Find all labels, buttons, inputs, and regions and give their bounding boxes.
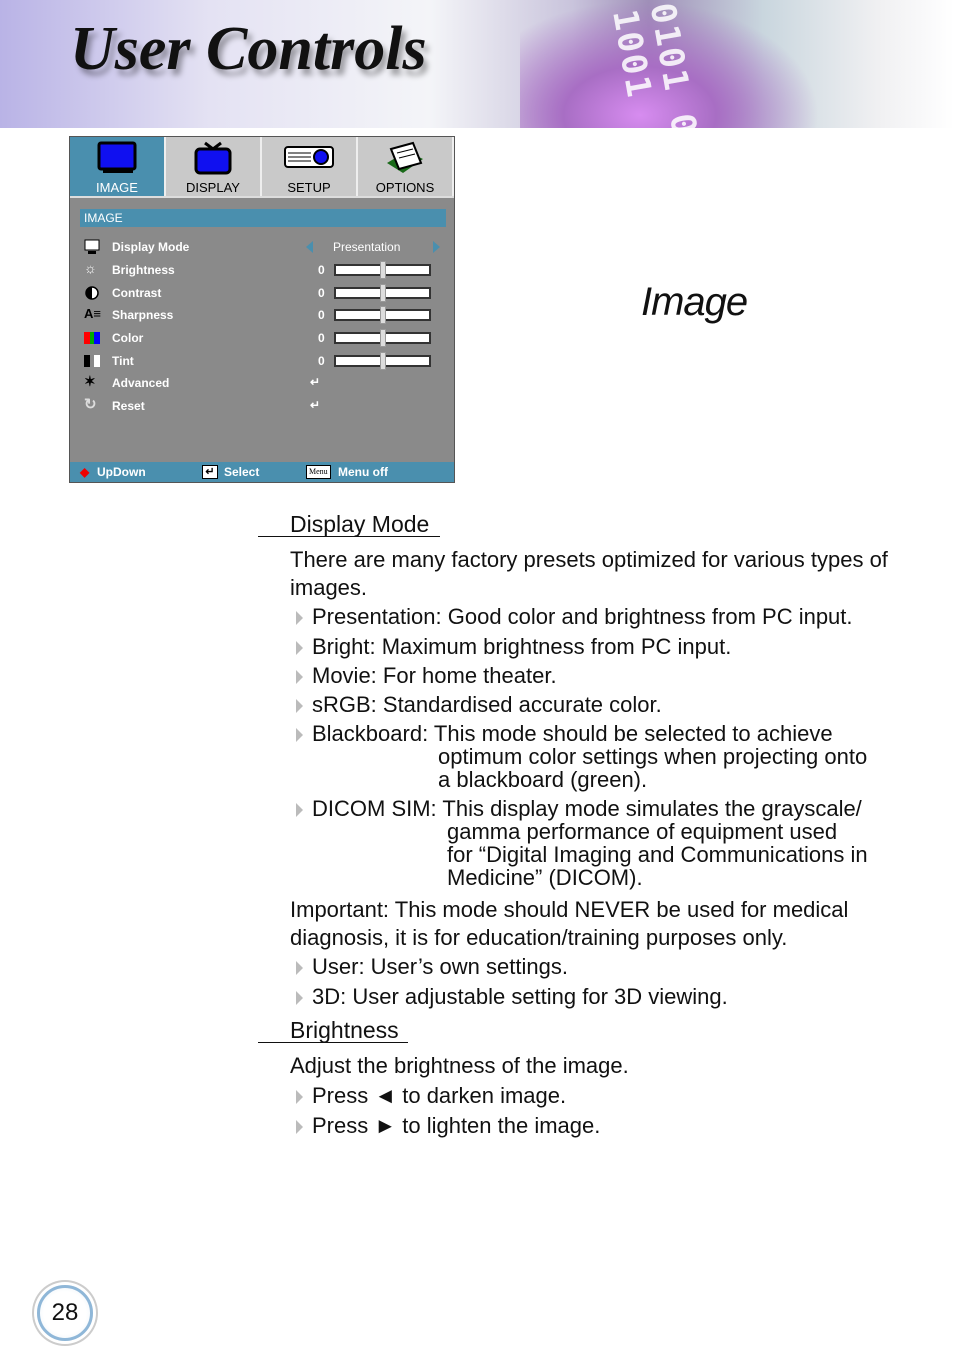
osd-footer: ◆ UpDown ↵ Select Menu Menu off bbox=[70, 462, 454, 482]
reset-icon: ↻ bbox=[84, 396, 97, 413]
notepad-icon bbox=[387, 141, 423, 173]
section-title: IMAGE bbox=[80, 209, 446, 227]
bullet-movie: Movie: For home theater. bbox=[296, 663, 557, 688]
menu-item-advanced[interactable]: ✶ Advanced ↵ bbox=[82, 373, 446, 393]
menu-key-icon: Menu bbox=[306, 465, 331, 479]
advanced-icon: ✶ bbox=[84, 373, 96, 389]
bullet-continuation: gamma performance of equipment used bbox=[447, 819, 838, 844]
bullet-continuation: a blackboard (green). bbox=[438, 767, 648, 792]
bullet-lead: Blackboard: bbox=[312, 721, 434, 746]
osd-menu: IMAGE DISPLAY SETUP OPTIONS IMAGE Displa… bbox=[69, 136, 455, 483]
brightness-heading: Brightness bbox=[290, 1017, 399, 1043]
display-mode-intro: There are many factory presets optimized… bbox=[290, 547, 888, 600]
tint-icon bbox=[84, 355, 100, 367]
item-label: Advanced bbox=[112, 376, 170, 390]
item-value: 0 bbox=[318, 308, 325, 322]
projector-icon bbox=[284, 146, 334, 168]
display-mode-value: Presentation bbox=[333, 240, 401, 254]
important-note: Important: This mode should NEVER be use… bbox=[290, 897, 849, 950]
slider-knob[interactable] bbox=[380, 329, 386, 347]
page-title: User Controls bbox=[70, 15, 427, 83]
item-label: Sharpness bbox=[112, 308, 174, 322]
menu-item-sharpness[interactable]: A≡ Sharpness 0 bbox=[82, 305, 446, 325]
bullet-text: This mode should be selected to achieve bbox=[433, 721, 833, 746]
menu-off-hint: Menu off bbox=[338, 465, 388, 479]
monitor-icon bbox=[97, 141, 137, 173]
menu-item-reset[interactable]: ↻ Reset ↵ bbox=[82, 396, 446, 416]
item-value: 0 bbox=[318, 286, 325, 300]
slider-knob[interactable] bbox=[380, 306, 386, 324]
tv-icon bbox=[194, 141, 232, 175]
select-hint: Select bbox=[224, 465, 260, 479]
menu-item-brightness[interactable]: ☼ Brightness 0 bbox=[82, 260, 446, 280]
sharpness-slider[interactable] bbox=[334, 306, 431, 324]
tab-display[interactable]: DISPLAY bbox=[166, 137, 262, 196]
tint-slider[interactable] bbox=[334, 352, 431, 370]
sun-icon: ☼ bbox=[84, 260, 97, 276]
updown-icon: ◆ bbox=[80, 465, 90, 479]
menu-item-contrast[interactable]: Contrast 0 bbox=[82, 283, 446, 303]
slider-knob[interactable] bbox=[380, 352, 386, 370]
item-label: Reset bbox=[112, 399, 145, 413]
bullet-continuation: Medicine” (DICOM). bbox=[447, 865, 643, 890]
tab-options[interactable]: OPTIONS bbox=[358, 137, 454, 196]
color-slider[interactable] bbox=[334, 329, 431, 347]
brightness-intro: Adjust the brightness of the image. bbox=[290, 1053, 629, 1078]
bullet-text: This display mode simulates the grayscal… bbox=[442, 796, 862, 821]
item-label: Display Mode bbox=[112, 240, 190, 254]
bullet-continuation: optimum color settings when projecting o… bbox=[438, 744, 868, 769]
bullet-srgb: sRGB: Standardised accurate color. bbox=[296, 692, 662, 717]
brightness-slider[interactable] bbox=[334, 261, 431, 279]
menu-item-display-mode[interactable]: Display Mode Presentation bbox=[82, 237, 446, 257]
tab-image[interactable]: IMAGE bbox=[70, 137, 166, 196]
heading-underline bbox=[258, 536, 440, 537]
bullet-lighten: Press ► to lighten the image. bbox=[295, 1113, 601, 1138]
bullet-user: User: User’s own settings. bbox=[296, 954, 568, 979]
right-arrow-icon[interactable] bbox=[433, 241, 440, 253]
rgb-icon bbox=[84, 332, 100, 344]
slider-knob[interactable] bbox=[380, 284, 386, 302]
heading-underline bbox=[258, 1042, 408, 1043]
enter-icon: ↵ bbox=[310, 375, 321, 389]
updown-hint: UpDown bbox=[97, 465, 146, 479]
tab-label: SETUP bbox=[287, 180, 331, 195]
section-side-label: Image bbox=[641, 280, 748, 324]
bullet-bright: Bright: Maximum brightness from PC input… bbox=[295, 634, 732, 659]
menu-item-tint[interactable]: Tint 0 bbox=[82, 351, 446, 371]
item-label: Color bbox=[112, 331, 144, 345]
contrast-icon bbox=[85, 286, 99, 300]
item-label: Brightness bbox=[112, 263, 175, 277]
enter-icon: ↵ bbox=[310, 398, 321, 412]
bullet-darken: Press ◄ to darken image. bbox=[295, 1083, 567, 1108]
display-icon bbox=[84, 239, 100, 254]
bullet-blackboard: Blackboard: This mode should be selected… bbox=[296, 721, 833, 746]
left-arrow-icon[interactable] bbox=[306, 241, 313, 253]
bullet-3d: 3D: User adjustable setting for 3D viewi… bbox=[296, 984, 728, 1009]
item-value: 0 bbox=[318, 331, 325, 345]
menu-item-color[interactable]: Color 0 bbox=[82, 328, 446, 348]
display-mode-heading: Display Mode bbox=[290, 511, 430, 537]
tab-label: IMAGE bbox=[96, 180, 138, 195]
bullet-presentation: Presentation: Good color and brightness … bbox=[296, 604, 853, 629]
sharpness-icon: A≡ bbox=[84, 306, 101, 321]
item-label: Tint bbox=[112, 354, 134, 368]
bullet-lead: DICOM SIM: bbox=[312, 796, 443, 821]
page-number: 28 bbox=[37, 1285, 93, 1341]
item-label: Contrast bbox=[112, 286, 162, 300]
item-value: 0 bbox=[318, 263, 325, 277]
select-key-icon: ↵ bbox=[202, 465, 218, 479]
tab-label: DISPLAY bbox=[186, 180, 240, 195]
contrast-slider[interactable] bbox=[334, 284, 431, 302]
tab-label: OPTIONS bbox=[375, 180, 435, 195]
tab-setup[interactable]: SETUP bbox=[262, 137, 358, 196]
bullet-dicom: DICOM SIM: This display mode simulates t… bbox=[296, 796, 862, 821]
bullet-continuation: for “Digital Imaging and Communications … bbox=[447, 842, 868, 867]
slider-knob[interactable] bbox=[380, 261, 386, 279]
item-value: 0 bbox=[318, 354, 325, 368]
